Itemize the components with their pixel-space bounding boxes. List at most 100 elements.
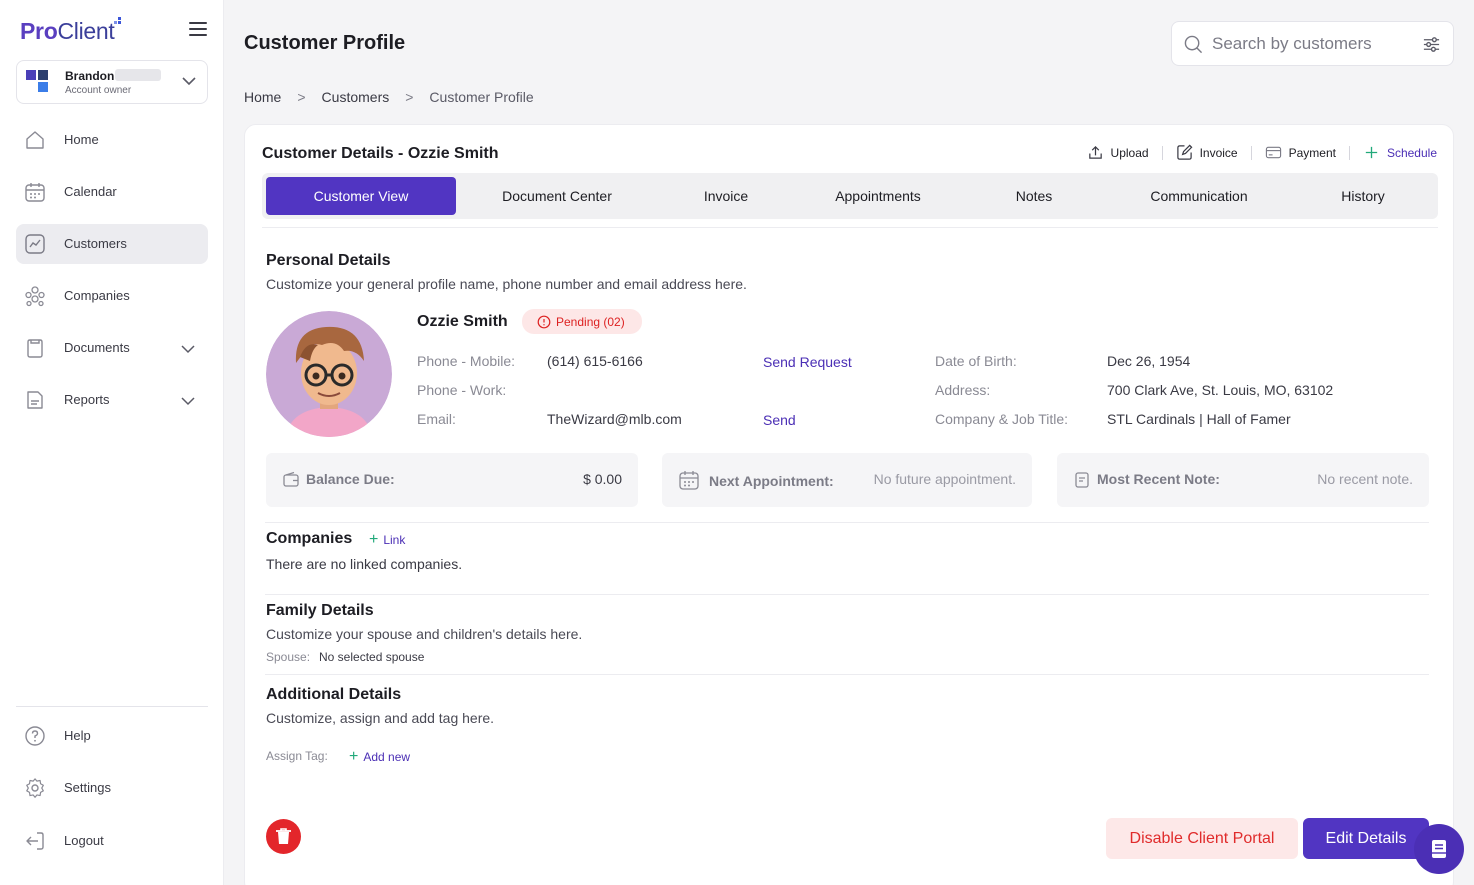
add-tag-button[interactable]: + Add new	[349, 749, 411, 765]
tab-communication[interactable]: Communication	[1114, 177, 1284, 215]
spouse-label: Spouse:	[266, 650, 311, 664]
logo-dots-icon	[114, 17, 122, 25]
family-details-desc: Customize your spouse and children's det…	[266, 626, 583, 642]
phone-mobile-label: Phone - Mobile:	[417, 353, 516, 369]
email-label: Email:	[417, 411, 456, 427]
search-box	[1171, 21, 1454, 66]
personal-details-desc: Customize your general profile name, pho…	[266, 276, 747, 292]
upload-button[interactable]: Upload	[1087, 144, 1149, 161]
tab-notes[interactable]: Notes	[962, 177, 1106, 215]
sidebar-item-label: Customers	[64, 236, 127, 251]
plus-icon	[1365, 146, 1378, 159]
proclient-logo[interactable]: ProClient	[20, 18, 115, 45]
recent-note-value: No recent note.	[1317, 471, 1413, 487]
breadcrumb-separator: >	[405, 89, 414, 105]
customer-name: Ozzie Smith	[417, 313, 508, 330]
sidebar-item-reports[interactable]: Reports	[16, 380, 208, 420]
floating-notes-button[interactable]	[1414, 824, 1464, 874]
sidebar: ProClient Brandon Account owner Home Cal…	[0, 0, 224, 885]
link-company-button[interactable]: + Link	[369, 532, 405, 548]
invoice-button[interactable]: Invoice	[1176, 144, 1238, 161]
address-label: Address:	[935, 382, 991, 398]
company-label: Company & Job Title:	[935, 411, 1069, 427]
payment-label: Payment	[1288, 145, 1336, 160]
calendar-icon	[679, 471, 699, 490]
folder-icon	[27, 339, 43, 358]
companies-title: Companies	[266, 530, 353, 547]
phone-work-label: Phone - Work:	[417, 382, 507, 398]
chevron-down-icon	[182, 77, 196, 86]
spouse-value: No selected spouse	[319, 650, 425, 664]
balance-due-value: $ 0.00	[583, 471, 622, 487]
search-icon	[1184, 35, 1203, 54]
sidebar-item-customers[interactable]: Customers	[16, 224, 208, 264]
edit-icon	[1176, 144, 1193, 160]
edit-details-button[interactable]: Edit Details	[1303, 818, 1429, 859]
tab-appointments[interactable]: Appointments	[802, 177, 954, 215]
breadcrumb: Home > Customers > Customer Profile	[244, 89, 534, 105]
tab-history[interactable]: History	[1292, 177, 1434, 215]
sidebar-item-label: Reports	[64, 392, 110, 407]
filter-sliders-icon[interactable]	[1422, 35, 1441, 54]
section-divider	[265, 594, 1429, 595]
address-value: 700 Clark Ave, St. Louis, MO, 63102	[1107, 382, 1334, 398]
assign-tag-label: Assign Tag:	[266, 749, 328, 763]
recent-note-box: Most Recent Note: No recent note.	[1057, 453, 1429, 507]
add-tag-label: Add new	[363, 750, 411, 764]
invoice-label: Invoice	[1199, 145, 1238, 160]
avatar	[266, 311, 392, 437]
status-badge[interactable]: Pending (02)	[522, 309, 642, 334]
upload-icon	[1088, 145, 1102, 159]
trash-icon	[276, 828, 291, 844]
notebook-icon	[1432, 840, 1446, 858]
sidebar-item-companies[interactable]: Companies	[16, 276, 208, 316]
tab-document-center[interactable]: Document Center	[464, 177, 650, 215]
schedule-button[interactable]: Schedule	[1363, 144, 1437, 161]
avatar-illustration	[266, 311, 392, 437]
personal-details-title: Personal Details	[266, 252, 391, 269]
recent-note-label: Most Recent Note:	[1097, 471, 1220, 487]
dob-value: Dec 26, 1954	[1107, 353, 1191, 369]
delete-customer-button[interactable]	[266, 819, 301, 854]
sidebar-item-help[interactable]: Help	[16, 716, 208, 756]
companies-empty-text: There are no linked companies.	[266, 556, 463, 572]
chevron-down-icon	[181, 345, 195, 354]
sidebar-item-label: Companies	[64, 288, 130, 303]
sidebar-item-home[interactable]: Home	[16, 120, 208, 160]
calendar-icon	[25, 183, 45, 202]
sidebar-item-label: Settings	[64, 780, 111, 795]
additional-details-desc: Customize, assign and add tag here.	[266, 710, 495, 726]
section-divider	[265, 522, 1429, 523]
gear-icon	[26, 778, 44, 798]
account-role: Account owner	[65, 85, 132, 96]
breadcrumb-customers[interactable]: Customers	[322, 89, 390, 105]
tabs-divider	[262, 227, 1438, 228]
account-switcher[interactable]: Brandon Account owner	[16, 60, 208, 104]
report-icon	[27, 391, 43, 409]
tab-customer-view[interactable]: Customer View	[266, 177, 456, 215]
logo-pro-text: Pro	[20, 18, 58, 44]
sidebar-item-settings[interactable]: Settings	[16, 768, 208, 808]
dob-label: Date of Birth:	[935, 353, 1017, 369]
breadcrumb-home[interactable]: Home	[244, 89, 281, 105]
help-icon	[25, 726, 45, 746]
menu-toggle-icon[interactable]	[189, 22, 207, 36]
tab-bar: Customer View Document Center Invoice Ap…	[262, 173, 1438, 219]
disable-client-portal-button[interactable]: Disable Client Portal	[1106, 818, 1298, 859]
search-input[interactable]	[1212, 32, 1412, 56]
sidebar-item-documents[interactable]: Documents	[16, 328, 208, 368]
sidebar-item-label: Documents	[64, 340, 130, 355]
payment-button[interactable]: Payment	[1265, 144, 1336, 161]
send-email-link[interactable]: Send	[763, 412, 796, 428]
action-divider	[1161, 145, 1163, 160]
alert-circle-icon	[537, 315, 551, 328]
email-value: TheWizard@mlb.com	[547, 411, 682, 427]
sidebar-item-calendar[interactable]: Calendar	[16, 172, 208, 212]
upload-label: Upload	[1110, 145, 1149, 160]
company-value: STL Cardinals | Hall of Famer	[1107, 411, 1291, 427]
sidebar-divider	[16, 706, 208, 707]
tab-invoice[interactable]: Invoice	[658, 177, 794, 215]
next-appointment-value: No future appointment.	[873, 471, 1016, 487]
send-request-link[interactable]: Send Request	[763, 354, 852, 370]
sidebar-item-logout[interactable]: Logout	[16, 821, 208, 861]
